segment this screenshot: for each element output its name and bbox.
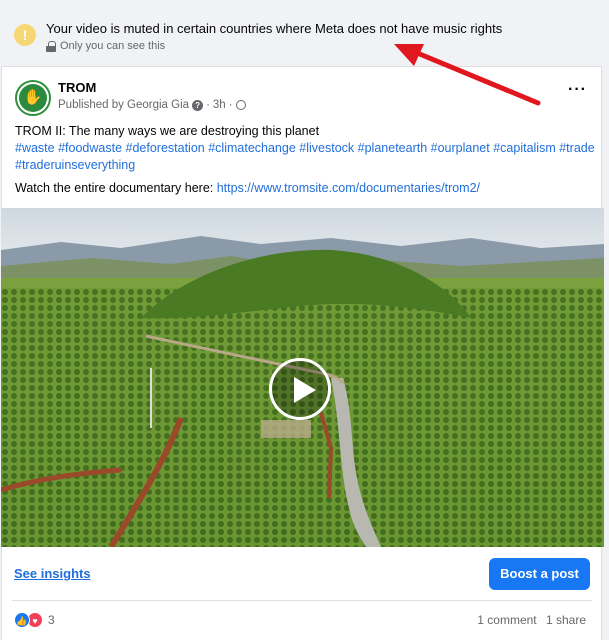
help-icon[interactable]: ? [192,99,204,111]
published-by: Published by Georgia Gia [58,99,190,111]
hashtag-link[interactable]: #waste [15,141,55,155]
play-button[interactable] [269,358,331,420]
comment-count[interactable]: 1 comment [477,613,536,627]
notice-title: Your video is muted in certain countries… [46,21,503,36]
hashtag-link[interactable]: #trade [559,141,594,155]
engagement-stats: 1 comment 1 share [477,613,586,627]
reaction-count: 3 [48,613,55,627]
divider [12,600,592,601]
post-text: TROM II: The many ways we are destroying… [15,123,595,174]
hashtag-list: #waste #foodwaste #deforestation #climat… [15,140,595,174]
page-avatar[interactable]: ✋ [15,80,51,116]
documentary-link[interactable]: https://www.tromsite.com/documentaries/t… [217,181,480,195]
reactions-summary[interactable]: 👍 ♥ 3 [14,612,55,628]
see-insights-link[interactable]: See insights [14,566,91,581]
like-reaction-icon: 👍 [14,612,30,628]
facebook-post-view: ! Your video is muted in certain countri… [0,0,609,640]
video-player[interactable] [1,208,604,547]
hashtag-link[interactable]: #ourplanet [431,141,490,155]
watch-prefix: Watch the entire documentary here: [15,181,217,195]
post-card: ✋ TROM Published by Georgia Gia ? · 3h ·… [1,66,604,640]
boost-post-button[interactable]: Boost a post [489,558,590,590]
lock-icon [46,40,56,52]
hand-icon: ✋ [19,84,47,112]
more-options-icon[interactable]: ··· [568,82,587,98]
hashtag-link[interactable]: #deforestation [126,141,205,155]
globe-icon [235,100,246,110]
post-text-line: TROM II: The many ways we are destroying… [15,124,320,138]
red-arrow-annotation [394,44,541,106]
hashtag-link[interactable]: #climatechange [208,141,296,155]
post-time[interactable]: 3h [213,99,226,111]
meta-separator: · [228,99,233,111]
page-name[interactable]: TROM [58,80,96,95]
notice-subtitle: Only you can see this [46,40,165,52]
hashtag-link[interactable]: #traderuinseverything [15,158,135,172]
notice-subtitle-text: Only you can see this [60,40,166,52]
meta-separator: · [206,99,210,111]
hashtag-link[interactable]: #livestock [299,141,354,155]
post-meta: Published by Georgia Gia ? · 3h · [58,99,246,111]
hashtag-link[interactable]: #planetearth [358,141,428,155]
share-count[interactable]: 1 share [546,613,586,627]
warning-icon: ! [14,24,36,46]
watch-line: Watch the entire documentary here: https… [15,181,480,195]
hashtag-link[interactable]: #capitalism [493,141,556,155]
hashtag-link[interactable]: #foodwaste [58,141,122,155]
